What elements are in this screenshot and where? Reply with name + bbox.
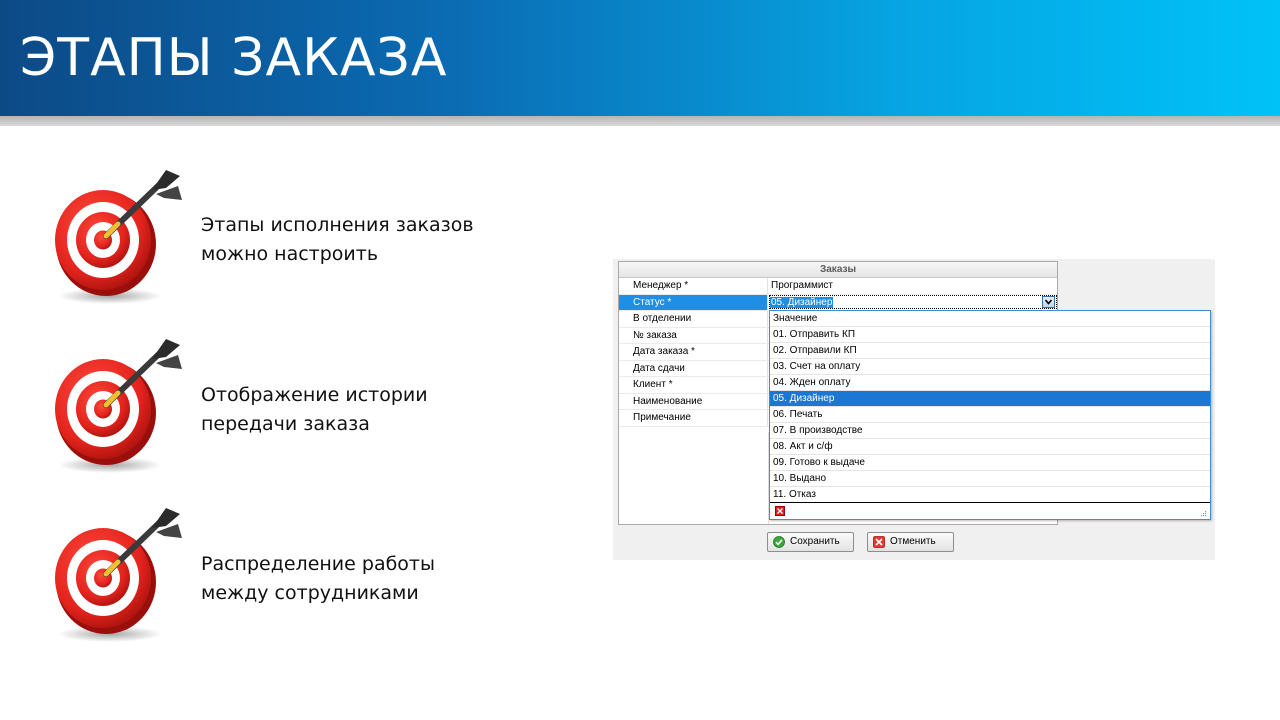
bullet-line: Распределение работы bbox=[201, 553, 435, 575]
dropdown-option[interactable]: 10. Выдано bbox=[770, 471, 1210, 487]
bullet-text: Этапы исполнения заказов можно настроить bbox=[201, 211, 474, 269]
bullet-text: Распределение работы между сотрудниками bbox=[201, 550, 435, 608]
target-dart-icon bbox=[48, 168, 188, 308]
dropdown-option[interactable]: 09. Готово к выдаче bbox=[770, 455, 1210, 471]
bullet-text: Отображение истории передачи заказа bbox=[201, 381, 428, 439]
cancel-button[interactable]: Отменить bbox=[867, 532, 954, 552]
dropdown-option-selected[interactable]: 05. Дизайнер bbox=[770, 391, 1210, 407]
save-button[interactable]: Сохранить bbox=[767, 532, 854, 552]
field-label: Менеджер * bbox=[619, 278, 768, 294]
cancel-button-label: Отменить bbox=[890, 536, 936, 547]
bullet-line: Этапы исполнения заказов bbox=[201, 214, 474, 236]
bullet-item-1: Этапы исполнения заказов можно настроить bbox=[48, 168, 508, 308]
field-label: Наименование bbox=[619, 393, 768, 409]
bullet-item-2: Отображение истории передачи заказа bbox=[48, 337, 508, 477]
bullet-item-3: Распределение работы между сотрудниками bbox=[48, 506, 508, 646]
bullet-line: между сотрудниками bbox=[201, 582, 419, 604]
slide-title: ЭТАПЫ ЗАКАЗА bbox=[20, 28, 448, 88]
dropdown-option[interactable]: 06. Печать bbox=[770, 407, 1210, 423]
dropdown-header: Значение bbox=[770, 311, 1210, 327]
field-label: Дата сдачи bbox=[619, 360, 768, 376]
dropdown-option[interactable]: 07. В производстве bbox=[770, 423, 1210, 439]
status-select[interactable]: 05. Дизайнер bbox=[769, 294, 1057, 309]
bullet-line: можно настроить bbox=[201, 243, 379, 265]
dropdown-footer bbox=[770, 502, 1210, 519]
dropdown-option[interactable]: 08. Акт и с/ф bbox=[770, 439, 1210, 455]
dropdown-option[interactable]: 01. Отправить КП bbox=[770, 327, 1210, 343]
dropdown-option[interactable]: 04. Жден оплату bbox=[770, 375, 1210, 391]
cancel-x-icon bbox=[873, 536, 885, 548]
check-icon bbox=[773, 536, 785, 548]
field-label: В отделении bbox=[619, 311, 768, 327]
bullet-line: Отображение истории bbox=[201, 384, 428, 406]
form-title: Заказы bbox=[619, 262, 1057, 278]
target-dart-icon bbox=[48, 337, 188, 477]
field-label: Дата заказа * bbox=[619, 344, 768, 360]
slide-header: ЭТАПЫ ЗАКАЗА bbox=[0, 0, 1280, 116]
dropdown-option[interactable]: 02. Отправили КП bbox=[770, 343, 1210, 359]
dropdown-option[interactable]: 03. Счет на оплату bbox=[770, 359, 1210, 375]
field-label: Статус * bbox=[619, 294, 768, 310]
header-divider bbox=[0, 116, 1280, 126]
status-selected-value: 05. Дизайнер bbox=[770, 296, 834, 308]
save-button-label: Сохранить bbox=[790, 536, 840, 547]
chevron-down-icon[interactable] bbox=[1042, 295, 1055, 308]
status-dropdown-list[interactable]: Значение 01. Отправить КП 02. Отправили … bbox=[769, 310, 1211, 520]
field-label: № заказа bbox=[619, 327, 768, 343]
resize-grip-icon[interactable] bbox=[1199, 509, 1207, 517]
target-dart-icon bbox=[48, 506, 188, 646]
field-row-status[interactable]: Статус * 05. Дизайнер bbox=[619, 294, 1057, 311]
manager-field[interactable]: Программист bbox=[771, 278, 1057, 294]
field-label: Примечание bbox=[619, 410, 768, 426]
field-row-manager[interactable]: Менеджер * Программист bbox=[619, 278, 1057, 295]
bullet-line: передачи заказа bbox=[201, 413, 370, 435]
close-icon[interactable] bbox=[775, 506, 785, 516]
dropdown-option[interactable]: 11. Отказ bbox=[770, 487, 1210, 503]
field-label: Клиент * bbox=[619, 377, 768, 393]
